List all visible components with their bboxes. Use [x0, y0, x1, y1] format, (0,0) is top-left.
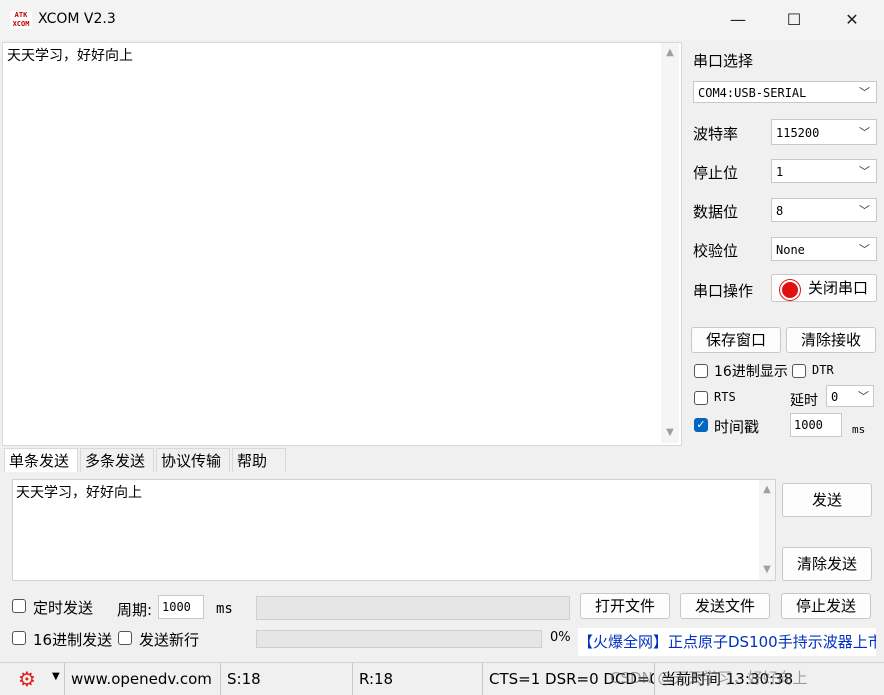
save-window-button[interactable]: 保存窗口 [691, 327, 781, 353]
tab-multi-send[interactable]: 多条发送 [80, 448, 154, 472]
window-title: XCOM V2.3 [38, 11, 116, 27]
timed-send-label: 定时发送 [33, 599, 94, 617]
delay-label: 延时 [790, 393, 818, 409]
period-input[interactable]: 1000 [158, 595, 204, 619]
receive-text: 天天学习，好好向上 [7, 48, 133, 64]
clear-receive-button[interactable]: 清除接收 [786, 327, 876, 353]
port-select-label: 串口选择 [693, 52, 754, 70]
parity-label: 校验位 [693, 242, 739, 260]
status-url[interactable]: www.openedv.com [64, 663, 220, 695]
stop-send-button[interactable]: 停止发送 [781, 593, 871, 619]
clear-send-button[interactable]: 清除发送 [782, 547, 872, 581]
hex-display-label: 16进制显示 [714, 364, 788, 380]
scroll-up-icon[interactable]: ▲ [760, 484, 774, 495]
chevron-down-icon: ﹀ [858, 390, 869, 403]
close-button[interactable]: ✕ [830, 6, 874, 34]
period-label: 周期: [117, 601, 153, 619]
open-file-button[interactable]: 打开文件 [580, 593, 670, 619]
newline-label: 发送新行 [139, 631, 200, 649]
baud-label: 波特率 [693, 125, 739, 143]
period-ms-label: ms [216, 601, 233, 617]
port-select[interactable]: COM4:USB-SERIAL ﹀ [693, 81, 877, 103]
delay-value: 0 [831, 390, 839, 404]
scroll-up-icon[interactable]: ▲ [663, 47, 677, 58]
timestamp-ms-label: ms [852, 423, 866, 436]
port-select-value: COM4:USB-SERIAL [698, 86, 807, 100]
status-sent: S:18 [220, 663, 352, 695]
send-scrollbar[interactable]: ▲ ▼ [759, 480, 775, 580]
maximize-button[interactable]: ☐ [772, 6, 816, 34]
hex-send-checkbox[interactable] [12, 631, 26, 645]
dtr-label: DTR [812, 363, 834, 377]
timestamp-checkbox[interactable]: ✓ [694, 418, 708, 432]
hex-send-label: 16进制发送 [33, 631, 113, 649]
baud-value: 115200 [776, 126, 820, 140]
send-text: 天天学习，好好向上 [16, 485, 142, 501]
port-op-label: 串口操作 [693, 282, 754, 300]
baud-select[interactable]: 115200 ﹀ [771, 119, 877, 145]
hex-display-checkbox[interactable] [694, 364, 708, 378]
stop-bits-value: 1 [776, 165, 784, 179]
minimize-button[interactable]: — [716, 6, 760, 34]
chevron-down-icon: ﹀ [859, 165, 870, 178]
receive-scrollbar[interactable]: ▲ ▼ [661, 43, 679, 443]
send-file-button[interactable]: 发送文件 [680, 593, 770, 619]
tab-help[interactable]: 帮助 [232, 448, 286, 472]
chevron-down-icon: ﹀ [859, 126, 870, 139]
status-received: R:18 [352, 663, 482, 695]
rts-checkbox[interactable] [694, 391, 708, 405]
settings-gear-icon[interactable]: ⚙ [18, 669, 38, 689]
tab-protocol[interactable]: 协议传输 [156, 448, 230, 472]
stop-bits-select[interactable]: 1 ﹀ [771, 159, 877, 183]
data-bits-value: 8 [776, 204, 784, 218]
parity-value: None [776, 243, 805, 257]
tab-single-send[interactable]: 单条发送 [4, 448, 78, 472]
app-logo-icon: ATK XCOM [10, 11, 32, 29]
stop-bits-label: 停止位 [693, 164, 739, 182]
timestamp-input[interactable]: 1000 [790, 413, 842, 437]
close-port-label: 关闭串口 [808, 279, 869, 297]
scroll-down-icon[interactable]: ▼ [663, 427, 677, 438]
send-textarea[interactable]: 天天学习，好好向上 ▲ ▼ [12, 479, 776, 581]
watermark-text: CSDN @天天学习，好好向上 [610, 669, 808, 687]
close-port-button[interactable]: 关闭串口 [771, 274, 877, 302]
dtr-checkbox[interactable] [792, 364, 806, 378]
dropdown-arrow-icon[interactable]: ▼ [52, 671, 60, 682]
title-bar: ATK XCOM XCOM V2.3 — ☐ ✕ [0, 0, 884, 40]
rts-label: RTS [714, 390, 736, 404]
delay-select[interactable]: 0 ﹀ [826, 385, 874, 407]
send-progress-bar [256, 630, 542, 648]
file-progress-track [256, 596, 570, 620]
send-button[interactable]: 发送 [782, 483, 872, 517]
receive-textarea[interactable]: 天天学习，好好向上 ▲ ▼ [2, 42, 682, 446]
newline-checkbox[interactable] [118, 631, 132, 645]
chevron-down-icon: ﹀ [859, 243, 870, 256]
progress-percent: 0% [550, 630, 571, 645]
record-icon [780, 280, 800, 300]
ad-link[interactable]: 【火爆全网】正点原子DS100手持示波器上市 [578, 628, 876, 656]
chevron-down-icon: ﹀ [859, 204, 870, 217]
parity-select[interactable]: None ﹀ [771, 237, 877, 261]
timed-send-checkbox[interactable] [12, 599, 26, 613]
status-bar: ⚙ ▼ www.openedv.com S:18 R:18 CTS=1 DSR=… [0, 662, 884, 695]
chevron-down-icon: ﹀ [859, 86, 870, 99]
scroll-down-icon[interactable]: ▼ [760, 564, 774, 575]
data-bits-label: 数据位 [693, 203, 739, 221]
data-bits-select[interactable]: 8 ﹀ [771, 198, 877, 222]
timestamp-label: 时间戳 [714, 418, 760, 436]
